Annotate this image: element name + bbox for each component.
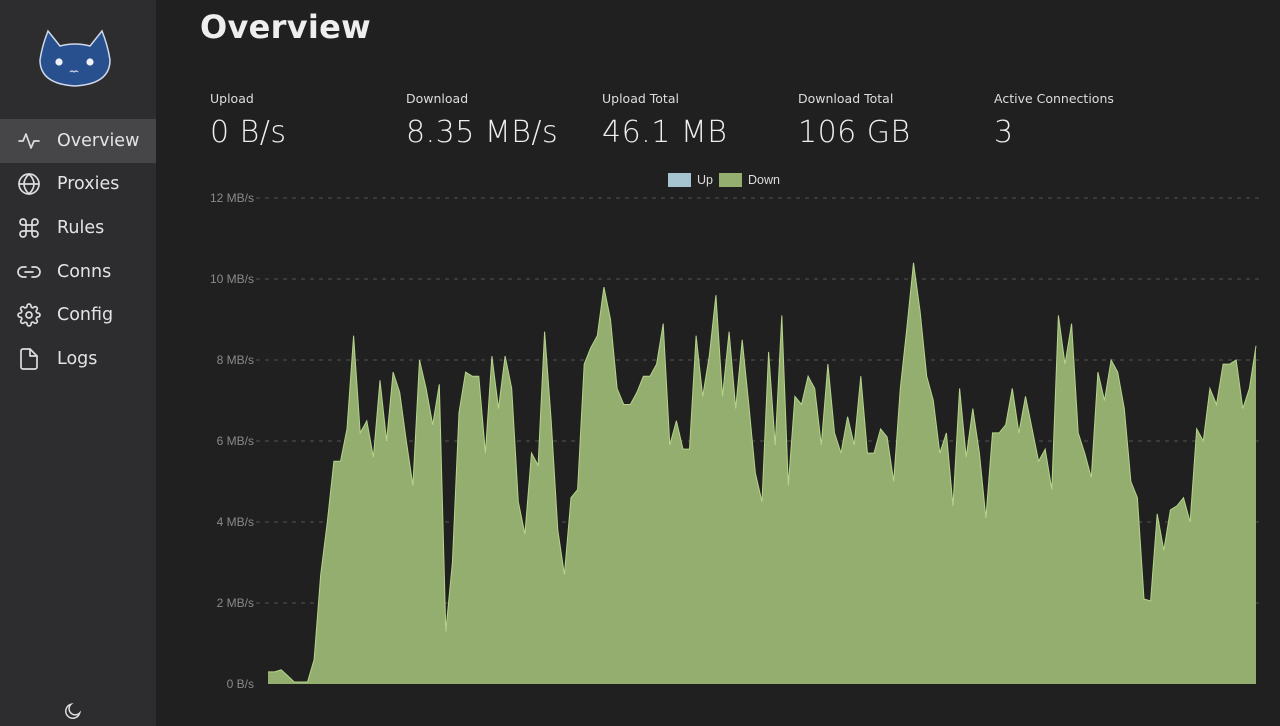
traffic-chart: 0 B/s 2 MB/s 4 MB/s 6 MB/s 8 MB/s 10 MB/s 12 M… xyxy=(210,191,1260,691)
file-icon xyxy=(16,346,42,372)
sidebar-item-label: Rules xyxy=(57,217,105,238)
sidebar-nav: Overview Proxies Rules Conns Config Logs xyxy=(0,119,156,381)
sidebar-item-config[interactable]: Config xyxy=(0,293,156,337)
command-icon xyxy=(16,215,42,241)
y-tick-label: 4 MB/s xyxy=(217,515,254,529)
chart-series xyxy=(268,262,1257,684)
sidebar-item-label: Conns xyxy=(57,261,112,282)
activity-icon xyxy=(16,128,42,154)
sidebar-item-conns[interactable]: Conns xyxy=(0,250,156,294)
y-axis-ticks: 0 B/s 2 MB/s 4 MB/s 6 MB/s 8 MB/s 10 MB/s 12 M… xyxy=(210,191,254,691)
theme-toggle-button[interactable] xyxy=(63,701,85,723)
cat-logo[interactable] xyxy=(38,28,112,90)
y-tick-label: 6 MB/s xyxy=(217,434,254,448)
link-icon xyxy=(16,259,42,285)
sidebar-item-label: Proxies xyxy=(57,174,120,195)
sidebar-item-rules[interactable]: Rules xyxy=(0,206,156,250)
sidebar-item-proxies[interactable]: Proxies xyxy=(0,163,156,207)
sidebar-item-overview[interactable]: Overview xyxy=(0,119,156,163)
moon-icon xyxy=(63,702,83,725)
main-content: Overview Upload 0 B/s Download 8.35 MB/s… xyxy=(156,0,1280,726)
y-tick-label: 8 MB/s xyxy=(217,353,254,367)
series-down-area xyxy=(268,262,1256,684)
sidebar: Overview Proxies Rules Conns Config Logs xyxy=(0,0,156,726)
y-tick-label: 2 MB/s xyxy=(217,596,254,610)
sidebar-item-label: Overview xyxy=(57,130,140,151)
settings-icon xyxy=(16,302,42,328)
globe-icon xyxy=(16,171,42,197)
sidebar-item-logs[interactable]: Logs xyxy=(0,337,156,381)
y-tick-label: 0 B/s xyxy=(227,677,254,691)
y-tick-label: 10 MB/s xyxy=(210,272,254,286)
y-tick-label: 12 MB/s xyxy=(210,191,254,205)
sidebar-item-label: Config xyxy=(57,305,114,326)
sidebar-item-label: Logs xyxy=(57,348,98,369)
